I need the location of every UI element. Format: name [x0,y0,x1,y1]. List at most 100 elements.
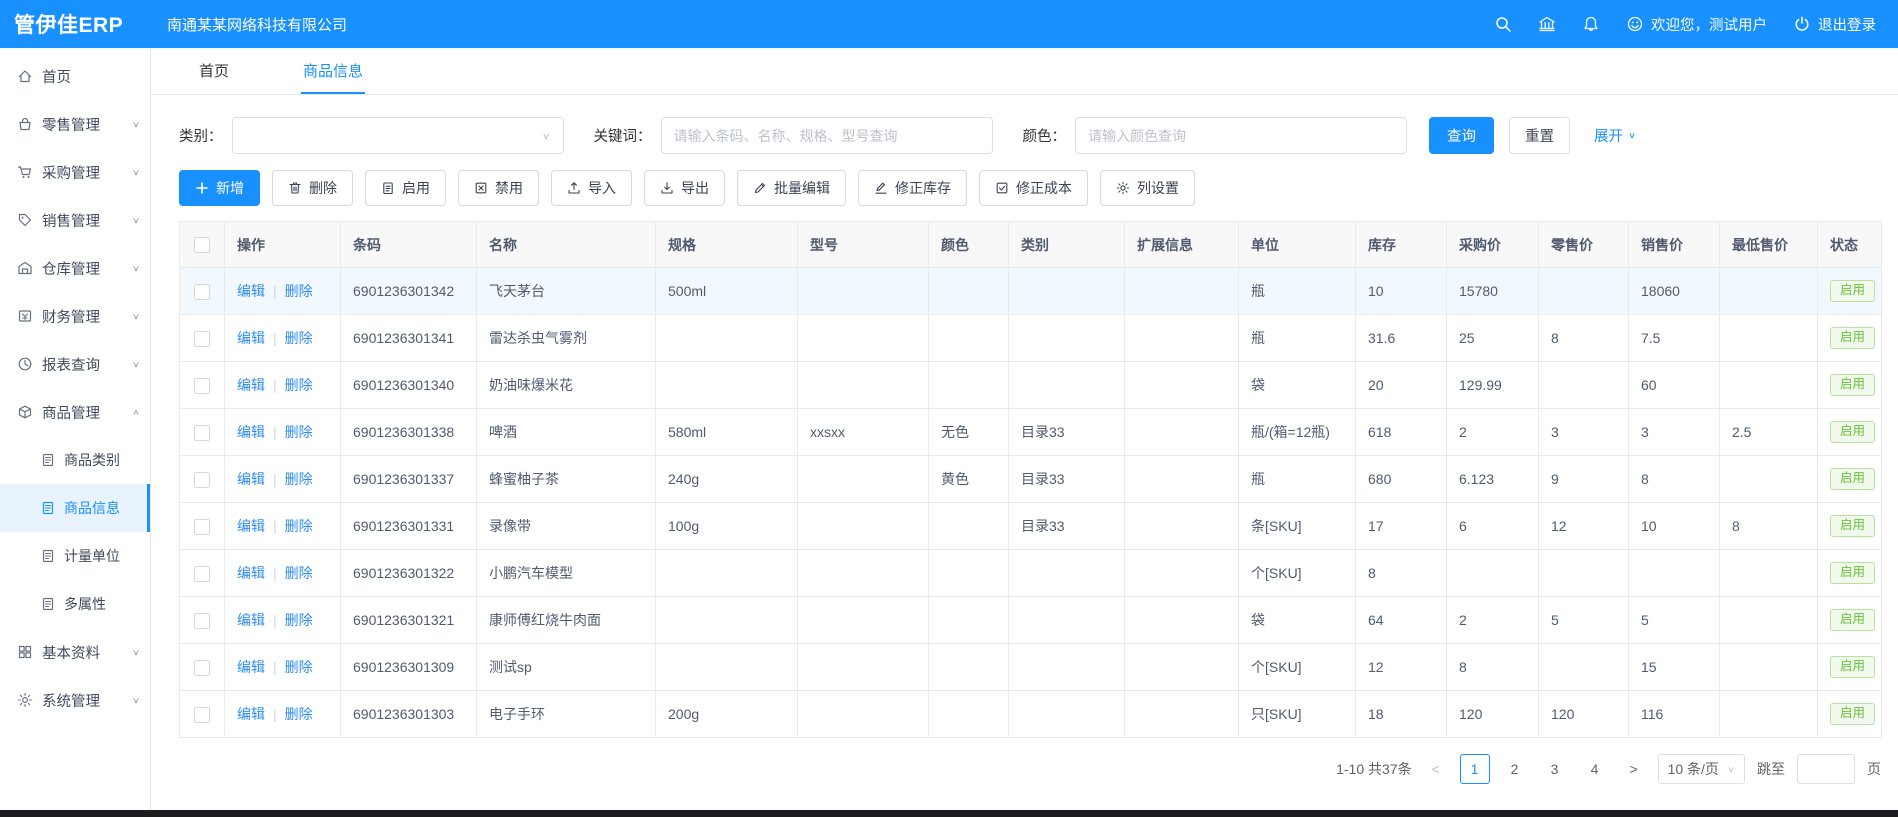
sidebar-subitem-multi-attribute[interactable]: 多属性 [0,580,150,628]
sidebar-item-sales[interactable]: 销售管理∨ [0,196,150,244]
import-button[interactable]: 导入 [551,170,632,206]
table-row: 编辑|删除6901236301338啤酒580mlxxsxx无色目录33瓶/(箱… [180,409,1882,456]
column-settings-button[interactable]: 列设置 [1100,170,1195,206]
enable-button[interactable]: 启用 [365,170,446,206]
row-checkbox[interactable] [194,660,210,676]
batch-edit-button[interactable]: 批量编辑 [737,170,846,206]
page-number-3[interactable]: 3 [1540,754,1570,784]
edit-link[interactable]: 编辑 [237,424,265,440]
cell-name: 电子手环 [477,691,656,738]
bell-icon[interactable] [1582,15,1600,33]
cell-model [798,644,929,691]
page-size-select[interactable]: 10 条/页 ∨ [1658,754,1745,784]
edit-link[interactable]: 编辑 [237,612,265,628]
cell-category: 目录33 [1009,456,1125,503]
edit-link[interactable]: 编辑 [237,565,265,581]
delete-link[interactable]: 删除 [285,565,313,581]
tab-label: 商品信息 [303,60,363,81]
cell-status: 启用 [1818,362,1882,409]
delete-button[interactable]: 删除 [272,170,353,206]
sidebar-item-warehouse[interactable]: 仓库管理∨ [0,244,150,292]
delete-link[interactable]: 删除 [285,471,313,487]
delete-link[interactable]: 删除 [285,377,313,393]
sidebar-subitem-measure-unit[interactable]: 计量单位 [0,532,150,580]
sidebar-subitem-label: 商品类别 [64,450,150,470]
cell-ext [1125,268,1239,315]
row-checkbox[interactable] [194,613,210,629]
sidebar-item-basic-data[interactable]: 基本资料∨ [0,628,150,676]
row-checkbox[interactable] [194,284,210,300]
fix-cost-button[interactable]: 修正成本 [979,170,1088,206]
reset-button[interactable]: 重置 [1509,117,1570,154]
cell-barcode: 6901236301321 [341,597,477,644]
sidebar-item-product[interactable]: 商品管理∧ [0,388,150,436]
row-checkbox[interactable] [194,425,210,441]
page-number-4[interactable]: 4 [1580,754,1610,784]
prev-page-button[interactable]: < [1424,754,1448,784]
edit-link[interactable]: 编辑 [237,283,265,299]
page-number-2[interactable]: 2 [1500,754,1530,784]
cell-stock: 20 [1356,362,1447,409]
sidebar-subitem-product-category[interactable]: 商品类别 [0,436,150,484]
row-checkbox[interactable] [194,331,210,347]
export-button[interactable]: 导出 [644,170,725,206]
chevron-up-icon: ∧ [132,407,140,417]
row-checkbox[interactable] [194,472,210,488]
edit-link[interactable]: 编辑 [237,659,265,675]
add-button[interactable]: 新增 [179,170,260,206]
edit-link[interactable]: 编辑 [237,377,265,393]
edit-link[interactable]: 编辑 [237,330,265,346]
tab-product-info[interactable]: 商品信息 [301,48,365,94]
gear-icon [1116,181,1130,195]
disable-button[interactable]: 禁用 [458,170,539,206]
sidebar-item-home[interactable]: 首页 [0,52,150,100]
delete-link[interactable]: 删除 [285,330,313,346]
cell-retail_price: 12 [1539,503,1629,550]
tab-home[interactable]: 首页 [197,48,231,94]
bank-icon[interactable] [1538,15,1556,33]
row-checkbox[interactable] [194,566,210,582]
column-header: 颜色 [929,222,1009,268]
cell-unit: 瓶 [1239,315,1356,362]
edit-link[interactable]: 编辑 [237,471,265,487]
cell-retail_price [1539,268,1629,315]
sidebar-subitem-product-info[interactable]: 商品信息 [0,484,150,532]
sidebar-item-label: 报表查询 [42,354,132,375]
retail-icon [17,116,33,132]
welcome-user[interactable]: 欢迎您，测试用户 [1626,14,1767,35]
edit-link[interactable]: 编辑 [237,706,265,722]
search-button[interactable]: 查询 [1429,117,1494,154]
delete-link[interactable]: 删除 [285,659,313,675]
jump-input[interactable] [1797,754,1855,784]
delete-link[interactable]: 删除 [285,283,313,299]
color-input[interactable] [1075,117,1407,154]
delete-link[interactable]: 删除 [285,518,313,534]
sidebar-item-system[interactable]: 系统管理∨ [0,676,150,724]
sidebar-item-finance[interactable]: 财务管理∨ [0,292,150,340]
search-icon[interactable] [1494,15,1512,33]
sidebar-item-purchase[interactable]: 采购管理∨ [0,148,150,196]
select-all-checkbox[interactable] [194,237,210,253]
fix-stock-button[interactable]: 修正库存 [858,170,967,206]
page-numbers: 1234 [1460,754,1610,784]
delete-link[interactable]: 删除 [285,706,313,722]
row-checkbox[interactable] [194,707,210,723]
delete-link[interactable]: 删除 [285,612,313,628]
category-select[interactable]: ∨ [232,117,564,154]
sidebar-item-report[interactable]: 报表查询∨ [0,340,150,388]
keyword-input[interactable] [661,117,993,154]
expand-link[interactable]: 展开 ∨ [1594,125,1636,146]
sidebar-item-label: 零售管理 [42,114,132,135]
row-checkbox[interactable] [194,519,210,535]
edit-link[interactable]: 编辑 [237,518,265,534]
logout-button[interactable]: 退出登录 [1793,14,1876,35]
row-checkbox[interactable] [194,378,210,394]
page-number-1[interactable]: 1 [1460,754,1490,784]
sidebar-item-retail[interactable]: 零售管理∨ [0,100,150,148]
next-page-button[interactable]: > [1622,754,1646,784]
cell-spec [656,362,798,409]
plus-icon [195,181,209,195]
status-badge: 启用 [1830,656,1875,678]
delete-link[interactable]: 删除 [285,424,313,440]
row-actions: 编辑|删除 [225,691,341,738]
